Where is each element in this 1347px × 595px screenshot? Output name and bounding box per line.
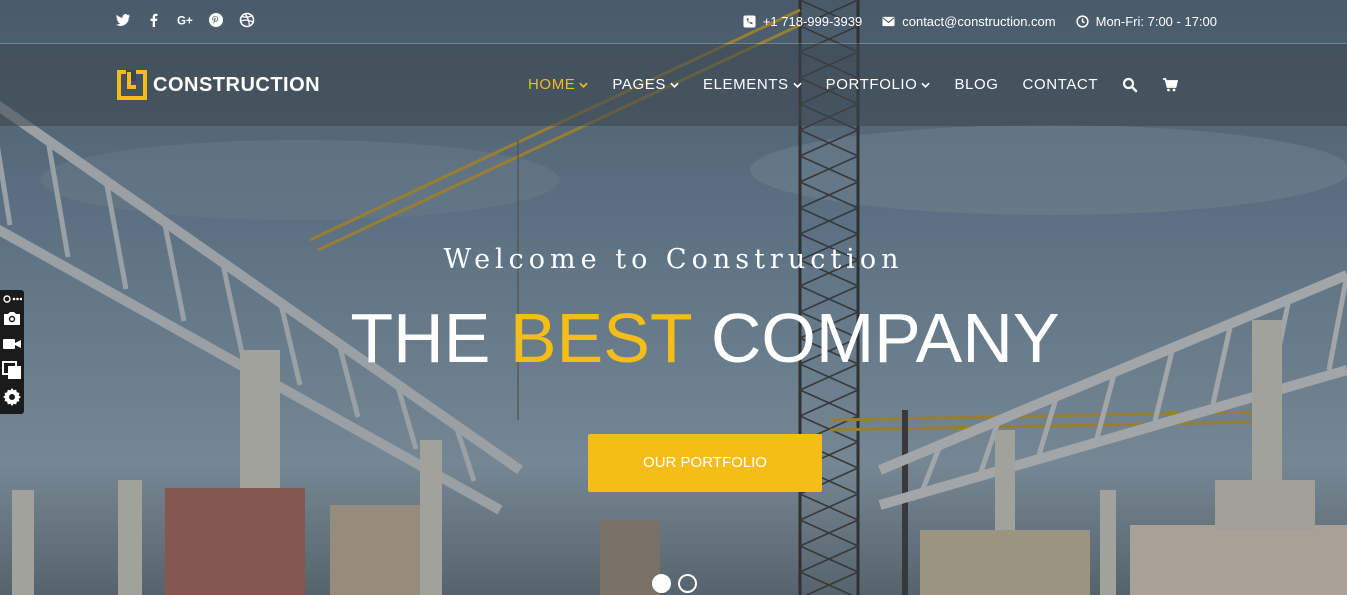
chevron-down-icon [579, 82, 589, 88]
email-info[interactable]: contact@construction.com [882, 14, 1056, 29]
facebook-icon[interactable] [146, 12, 162, 28]
screen-capture-toolbar [0, 290, 24, 414]
search-icon[interactable] [1122, 77, 1138, 93]
cart-icon[interactable] [1162, 77, 1179, 93]
chevron-down-icon [792, 82, 802, 88]
envelope-icon [882, 16, 895, 27]
nav-contact-label: CONTACT [1022, 76, 1099, 93]
nav-home[interactable]: HOME [528, 76, 589, 93]
site-logo[interactable]: CONSTRUCTION [117, 70, 320, 100]
nav-contact[interactable]: CONTACT [1023, 76, 1099, 93]
headline-start: THE [350, 299, 510, 377]
logo-text: CONSTRUCTION [153, 73, 321, 96]
pinterest-icon[interactable] [208, 12, 224, 28]
slider-dot-2[interactable] [678, 574, 697, 593]
nav-elements-label: ELEMENTS [702, 76, 789, 93]
email-address: contact@construction.com [902, 14, 1056, 29]
headline-end: COMPANY [691, 299, 1060, 377]
business-hours: Mon-Fri: 7:00 - 17:00 [1095, 14, 1217, 29]
hours-info: Mon-Fri: 7:00 - 17:00 [1075, 14, 1217, 29]
camera-icon[interactable] [2, 308, 22, 328]
nav-elements[interactable]: ELEMENTS [703, 76, 802, 93]
video-camera-icon[interactable] [2, 334, 22, 354]
clock-icon [1075, 15, 1089, 28]
main-nav: HOME PAGES ELEMENTS PORTFOLIO BLOG CONTA… [528, 76, 1202, 93]
chevron-down-icon [670, 82, 679, 88]
windows-icon[interactable] [2, 360, 22, 380]
phone-icon [743, 15, 756, 28]
nav-pages[interactable]: PAGES [612, 76, 679, 93]
nav-pages-label: PAGES [612, 76, 666, 93]
slider-dot-1[interactable] [652, 574, 671, 593]
more-options-icon[interactable] [2, 292, 22, 306]
headline-accent: BEST [509, 299, 692, 377]
hero-welcome-text: Welcome to Construction [443, 244, 904, 275]
nav-home-label: HOME [528, 76, 576, 93]
svg-text:G+: G+ [177, 15, 193, 27]
slider-pagination [652, 574, 697, 593]
twitter-icon[interactable] [115, 12, 131, 28]
nav-portfolio[interactable]: PORTFOLIO [826, 76, 931, 93]
main-header: CONSTRUCTION HOME PAGES ELEMENTS PORTFOL… [0, 44, 1347, 126]
nav-portfolio-label: PORTFOLIO [825, 76, 918, 93]
phone-info[interactable]: +1 718-999-3939 [743, 14, 862, 29]
our-portfolio-button[interactable]: OUR PORTFOLIO [588, 434, 822, 492]
nav-blog[interactable]: BLOG [954, 76, 998, 93]
social-links: G+ [115, 12, 255, 28]
phone-number: +1 718-999-3939 [762, 14, 863, 29]
dribbble-icon[interactable] [239, 12, 255, 28]
chevron-down-icon [921, 82, 931, 88]
hero-headline: THE BEST COMPANY [0, 296, 1347, 380]
contact-info: +1 718-999-3939 contact@construction.com… [743, 14, 1217, 29]
top-bar: G+ +1 718-999-3939 contact@construction.… [0, 0, 1347, 44]
settings-gear-icon[interactable] [2, 387, 22, 407]
logo-mark-icon [117, 70, 147, 100]
google-plus-icon[interactable]: G+ [177, 12, 193, 28]
nav-blog-label: BLOG [954, 76, 999, 93]
